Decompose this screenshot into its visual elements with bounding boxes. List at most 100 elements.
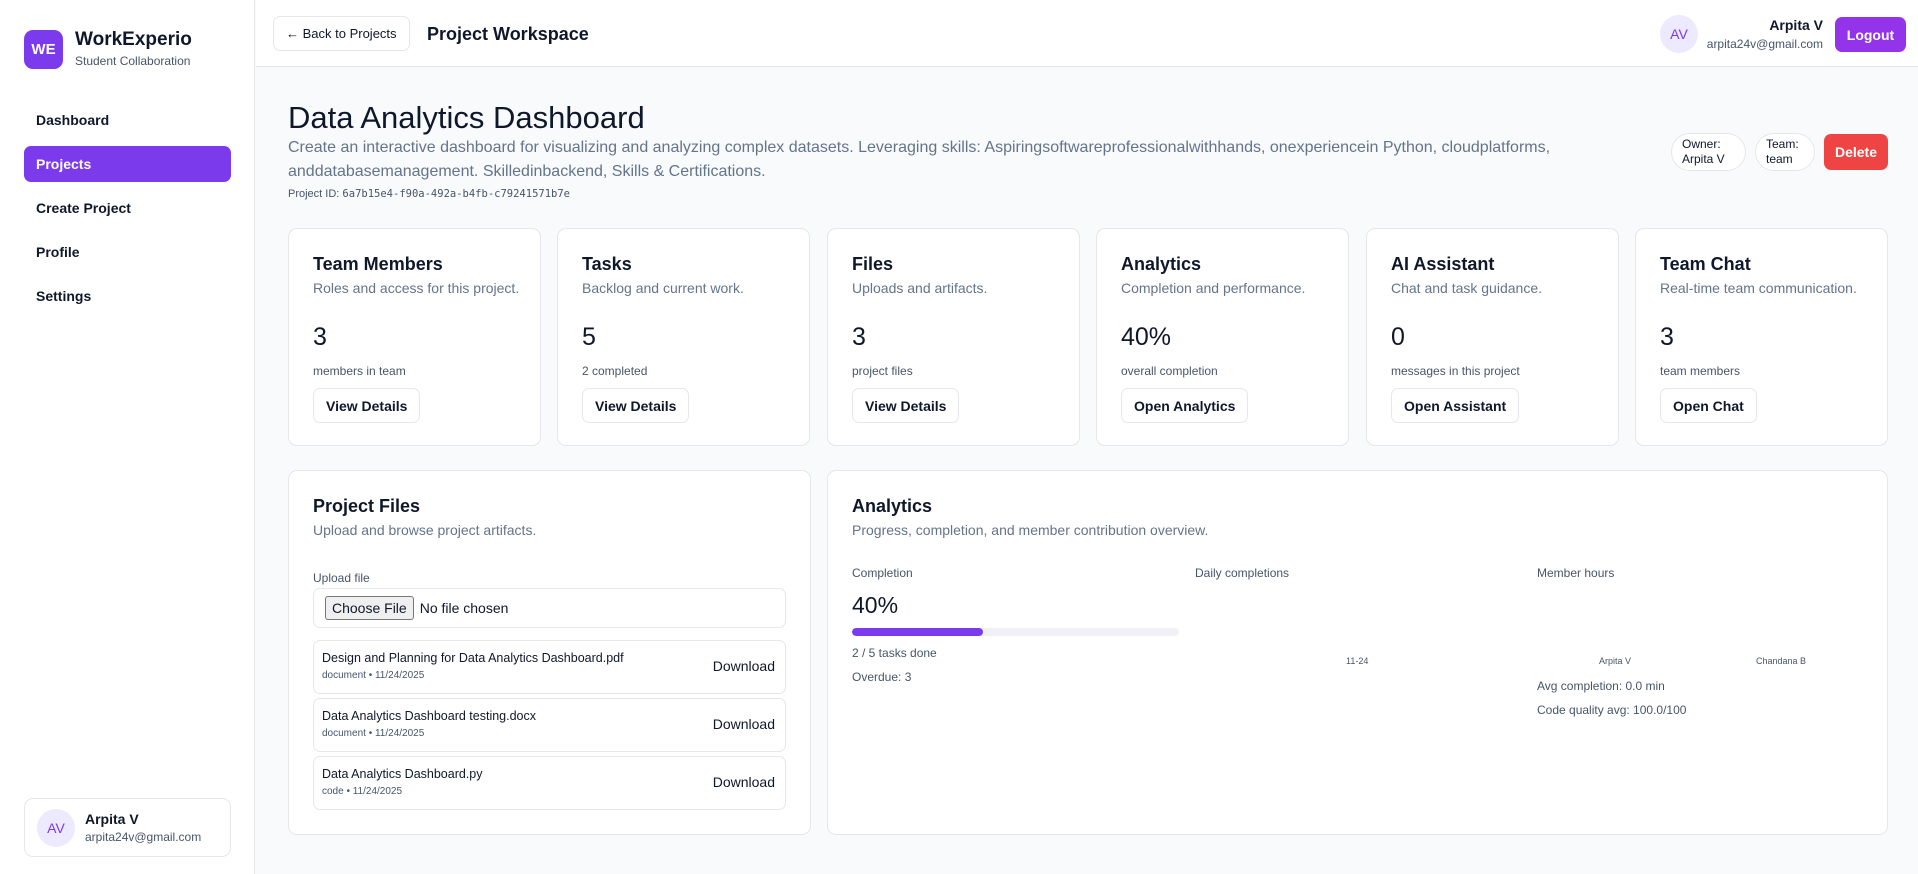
card-stat: 3	[313, 323, 327, 351]
user-name: Arpita V	[85, 811, 139, 827]
daily-completions-label: Daily completions	[1195, 566, 1290, 580]
file-meta: document • 11/24/2025	[322, 670, 425, 681]
file-name: Data Analytics Dashboard.py	[322, 767, 483, 781]
card-stat: 3	[852, 323, 866, 351]
card-subtitle: Completion and performance.	[1121, 280, 1306, 296]
completion-percent: 40%	[852, 592, 899, 618]
avg-completion-text: Avg completion: 0.0 min	[1537, 679, 1665, 693]
brand-logo: WE	[24, 29, 63, 69]
file-row: Data Analytics Dashboard.py code • 11/24…	[313, 756, 786, 810]
card-subtitle: Backlog and current work.	[582, 280, 744, 296]
card-stat: 0	[1391, 323, 1405, 351]
team-label: Team:	[1766, 137, 1799, 151]
file-row: Data Analytics Dashboard testing.docx do…	[313, 698, 786, 752]
open-assistant-button[interactable]: Open Assistant	[1391, 388, 1520, 423]
card-title: Tasks	[582, 254, 632, 274]
team-members-view-details-button[interactable]: View Details	[313, 388, 421, 423]
back-to-projects-button[interactable]: ← Back to Projects	[273, 16, 410, 51]
user-email: arpita24v@gmail.com	[85, 830, 202, 844]
tasks-done-text: 2 / 5 tasks done	[852, 646, 937, 660]
project-description: Create an interactive dashboard for visu…	[288, 139, 1551, 180]
brand[interactable]: WE WorkExperio Student Collaboration	[24, 29, 192, 69]
upload-label: Upload file	[313, 571, 370, 585]
brand-title: WorkExperio	[75, 29, 192, 50]
member-tick-label: Chandana B	[1756, 656, 1807, 666]
header-user-info: Arpita V arpita24v@gmail.com	[1707, 17, 1823, 51]
card-subtitle: Roles and access for this project.	[313, 280, 520, 296]
file-name: Design and Planning for Data Analytics D…	[322, 651, 624, 665]
sidebar-nav: Dashboard Projects Create Project Profil…	[24, 102, 231, 322]
analytics-panel: Analytics Progress, completion, and memb…	[827, 470, 1888, 835]
sidebar: WE WorkExperio Student Collaboration Das…	[0, 0, 255, 874]
card-tasks: Tasks Backlog and current work. 5 2 comp…	[557, 228, 810, 446]
owner-label: Owner:	[1682, 137, 1721, 151]
tasks-view-details-button[interactable]: View Details	[582, 388, 690, 423]
header-user-email: arpita24v@gmail.com	[1706, 37, 1823, 51]
sidebar-item-create-project[interactable]: Create Project	[24, 190, 231, 226]
no-file-text: No file chosen	[419, 600, 509, 616]
header-avatar[interactable]: AV	[1660, 15, 1698, 53]
card-caption: messages in this project	[1391, 364, 1520, 378]
brand-subtitle: Student Collaboration	[75, 54, 191, 68]
open-chat-button[interactable]: Open Chat	[1660, 388, 1757, 423]
sidebar-item-dashboard[interactable]: Dashboard	[24, 102, 231, 138]
card-stat: 40%	[1121, 323, 1172, 351]
owner-badge: Owner: Arpita V	[1671, 133, 1746, 171]
top-header: ← Back to Projects Project Workspace AV …	[256, 0, 1918, 67]
completion-progress-fill	[852, 628, 983, 636]
file-meta: code • 11/24/2025	[322, 786, 403, 797]
team-value: team	[1766, 152, 1793, 166]
card-title: Files	[852, 254, 894, 274]
project-id-label: Project ID:	[288, 188, 340, 200]
logout-button[interactable]: Logout	[1835, 17, 1906, 52]
daily-tick-label: 11-24	[1346, 656, 1369, 666]
project-title: Data Analytics Dashboard	[288, 100, 645, 135]
card-title: Team Chat	[1660, 254, 1751, 274]
team-badge: Team: team	[1755, 133, 1815, 171]
card-stat: 3	[1660, 323, 1674, 351]
panel-title: Analytics	[852, 496, 933, 516]
card-subtitle: Real-time team communication.	[1660, 280, 1857, 296]
download-button[interactable]: Download	[713, 658, 775, 674]
sidebar-item-settings[interactable]: Settings	[24, 278, 231, 314]
project-files-panel: Project Files Upload and browse project …	[288, 470, 811, 835]
card-title: Analytics	[1121, 254, 1202, 274]
page-title: Project Workspace	[427, 24, 589, 44]
avatar: AV	[37, 808, 75, 847]
card-caption: overall completion	[1121, 364, 1218, 378]
sidebar-user-card[interactable]: AV Arpita V arpita24v@gmail.com	[24, 798, 231, 857]
card-files: Files Uploads and artifacts. 3 project f…	[827, 228, 1080, 446]
card-title: Team Members	[313, 254, 443, 274]
completion-label: Completion	[852, 566, 913, 580]
download-button[interactable]: Download	[713, 716, 775, 732]
code-quality-text: Code quality avg: 100.0/100	[1537, 703, 1687, 717]
open-analytics-button[interactable]: Open Analytics	[1121, 388, 1249, 423]
card-caption: project files	[852, 364, 913, 378]
panel-subtitle: Progress, completion, and member contrib…	[852, 522, 1209, 538]
overdue-text: Overdue: 3	[852, 670, 912, 684]
sidebar-item-profile[interactable]: Profile	[24, 234, 231, 270]
card-analytics: Analytics Completion and performance. 40…	[1096, 228, 1349, 446]
card-stat: 5	[582, 323, 596, 351]
project-id-value: 6a7b15e4-f90a-492a-b4fb-c79241571b7e	[342, 188, 570, 200]
card-caption: team members	[1660, 364, 1741, 378]
card-subtitle: Uploads and artifacts.	[852, 280, 988, 296]
panel-subtitle: Upload and browse project artifacts.	[313, 522, 537, 538]
owner-value: Arpita V	[1682, 152, 1725, 166]
member-tick-label: Arpita V	[1599, 656, 1632, 666]
file-upload-input[interactable]: Choose File No file chosen	[313, 588, 786, 628]
sidebar-item-projects[interactable]: Projects	[24, 146, 231, 182]
project-id: Project ID: 6a7b15e4-f90a-492a-b4fb-c792…	[288, 188, 570, 200]
card-title: AI Assistant	[1391, 254, 1495, 274]
card-caption: members in team	[313, 364, 406, 378]
delete-project-button[interactable]: Delete	[1824, 134, 1888, 170]
completion-progress-bar	[852, 628, 1179, 636]
file-row: Design and Planning for Data Analytics D…	[313, 640, 786, 694]
file-name: Data Analytics Dashboard testing.docx	[322, 709, 537, 723]
card-team-members: Team Members Roles and access for this p…	[288, 228, 541, 446]
panel-title: Project Files	[313, 496, 421, 516]
files-view-details-button[interactable]: View Details	[852, 388, 960, 423]
card-team-chat: Team Chat Real-time team communication. …	[1635, 228, 1888, 446]
choose-file-button[interactable]: Choose File	[325, 596, 414, 620]
download-button[interactable]: Download	[713, 774, 775, 790]
